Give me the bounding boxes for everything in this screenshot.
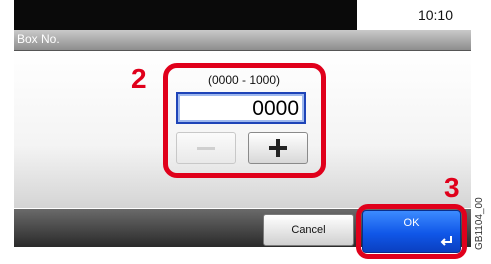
- clock: 10:10: [417, 7, 453, 23]
- plus-icon: [269, 139, 287, 157]
- step-3-number: 3: [444, 172, 460, 203]
- cancel-button[interactable]: Cancel: [263, 214, 354, 246]
- status-bar-clock-area: 10:10: [357, 0, 471, 30]
- box-number-value: 0000: [252, 97, 299, 120]
- status-bar: 10:10: [14, 0, 471, 30]
- decrement-button[interactable]: [176, 132, 236, 164]
- box-number-input[interactable]: 0000: [176, 92, 306, 124]
- increment-button[interactable]: [248, 132, 308, 164]
- ok-button[interactable]: OK: [362, 210, 461, 253]
- title-bar: Box No.: [14, 30, 471, 51]
- screen-title: Box No.: [17, 32, 60, 46]
- ok-button-label: OK: [403, 217, 420, 229]
- enter-icon: [440, 236, 452, 246]
- figure-code: GB1104_00: [474, 197, 485, 250]
- minus-icon: [197, 146, 215, 150]
- range-label: (0000 - 1000): [207, 73, 281, 87]
- step-2-number: 2: [131, 63, 147, 94]
